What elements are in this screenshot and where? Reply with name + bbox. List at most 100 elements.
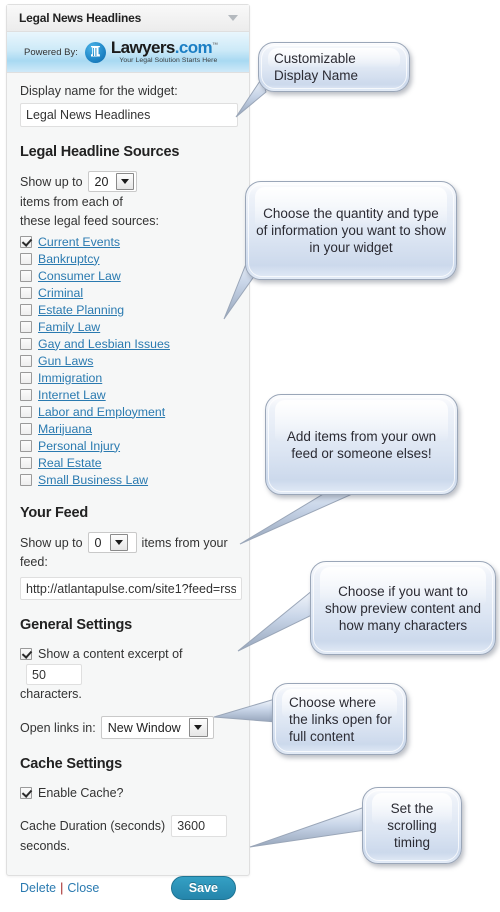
enable-cache-row: Enable Cache? [20,783,236,803]
sources-quantity-suffix: items from each of [20,195,123,209]
cache-duration-suffix: seconds. [20,839,71,853]
source-checkbox[interactable] [20,269,32,282]
source-item[interactable]: Labor and Employment [20,403,236,420]
close-link[interactable]: Close [67,881,99,895]
feed-sub-label: feed: [20,555,48,569]
source-checkbox[interactable] [20,422,32,435]
source-checkbox[interactable] [20,388,32,401]
source-item[interactable]: Small Business Law [20,471,236,488]
open-links-select[interactable]: New Window [100,716,214,739]
source-label[interactable]: Criminal [38,286,83,300]
dropdown-arrow-icon[interactable] [188,718,208,737]
feed-quantity-prefix: Show up to [20,535,83,550]
source-checkbox[interactable] [20,252,32,265]
dropdown-arrow-icon[interactable] [109,534,128,551]
callout-text: Choose if you want to show preview conte… [324,583,482,633]
cache-duration-input[interactable] [171,815,228,837]
source-checkbox[interactable] [20,337,32,350]
source-item[interactable]: Bankruptcy [20,250,236,267]
powered-by-label: Powered By: [24,46,78,58]
source-item[interactable]: Gun Laws [20,352,236,369]
sources-quantity-value: 20 [94,174,109,189]
callout-text: Set the scrolling timing [387,801,437,850]
callout-display-name: Customizable Display Name [258,42,410,92]
callout-text: Add items from your own feed or someone … [286,428,437,461]
callout-text: Choose the quantity and type of informat… [256,206,446,255]
callout-quantity-type: Choose the quantity and type of informat… [245,181,457,280]
source-item[interactable]: Gay and Lesbian Issues [20,335,236,352]
cache-settings-heading: Cache Settings [20,756,122,772]
source-label[interactable]: Gun Laws [38,354,93,368]
sources-quantity-row: Show up to 20 items from each of [20,171,236,212]
footer-separator: | [60,881,64,895]
source-checkbox[interactable] [20,439,32,452]
source-checkbox[interactable] [20,473,32,486]
logo-wordmark: Lawyers.com™ [111,38,218,57]
source-item[interactable]: Marijuana [20,420,236,437]
source-label[interactable]: Personal Injury [38,439,120,453]
source-item[interactable]: Immigration [20,369,236,386]
source-label[interactable]: Current Events [38,235,120,249]
panel-footer: Delete | Close Save [20,876,236,912]
source-label[interactable]: Family Law [38,320,100,334]
source-item[interactable]: Internet Law [20,386,236,403]
chevron-down-icon[interactable] [228,15,238,21]
source-label[interactable]: Immigration [38,371,102,385]
general-settings-heading: General Settings [20,617,133,633]
source-checkbox[interactable] [20,456,32,469]
source-item[interactable]: Criminal [20,284,236,301]
callout-scroll-timing: Set the scrolling timing [362,787,462,864]
source-checkbox[interactable] [20,320,32,333]
source-checkbox[interactable] [20,235,32,248]
source-checkbox[interactable] [20,405,32,418]
source-label[interactable]: Real Estate [38,456,102,470]
save-button[interactable]: Save [170,876,236,900]
display-name-input[interactable] [20,103,238,127]
feed-quantity-row: Show up to 0 items from your [20,532,236,553]
callout-text: Choose where the links open for full con… [289,694,392,744]
source-checkbox[interactable] [20,371,32,384]
sources-quantity-prefix: Show up to [20,174,83,189]
excerpt-checkbox[interactable] [20,648,32,660]
source-item[interactable]: Current Events [20,233,236,250]
widget-settings-panel: Legal News Headlines Powered By: Lawyers… [6,4,250,900]
open-links-value: New Window [107,720,181,735]
source-label[interactable]: Consumer Law [38,269,121,283]
source-item[interactable]: Estate Planning [20,301,236,318]
enable-cache-checkbox[interactable] [20,787,32,799]
sources-quantity-select[interactable]: 20 [87,171,138,192]
widget-titlebar[interactable]: Legal News Headlines [7,5,249,32]
logo-name: Lawyers [110,38,175,58]
source-checkbox[interactable] [20,303,32,316]
source-label[interactable]: Labor and Employment [38,405,165,419]
display-name-label: Display name for the widget: [20,84,178,98]
excerpt-chars-input[interactable] [26,664,82,685]
source-checkbox[interactable] [20,286,32,299]
legal-sources-heading: Legal Headline Sources [20,144,180,160]
excerpt-suffix-label: characters. [20,687,82,701]
source-label[interactable]: Estate Planning [38,303,124,317]
source-item[interactable]: Family Law [20,318,236,335]
dropdown-arrow-icon[interactable] [116,173,135,190]
open-links-row: Open links in: New Window [20,716,236,739]
source-label[interactable]: Small Business Law [38,473,148,487]
feed-quantity-select[interactable]: 0 [87,532,137,553]
source-checkbox[interactable] [20,354,32,367]
source-item[interactable]: Consumer Law [20,267,236,284]
legal-source-list: Current Events Bankruptcy Consumer Law Crim… [20,233,236,488]
delete-link[interactable]: Delete [20,881,56,895]
sources-sub-label: these legal feed sources: [20,214,159,228]
source-label[interactable]: Internet Law [38,388,106,402]
panel-body: Display name for the widget: Legal Headl… [7,73,249,912]
source-item[interactable]: Real Estate [20,454,236,471]
source-label[interactable]: Marijuana [38,422,92,436]
logo-tld: .com [174,38,213,58]
feed-quantity-suffix: items from your [141,535,228,550]
enable-cache-label: Enable Cache? [38,786,124,800]
source-label[interactable]: Gay and Lesbian Issues [38,337,170,351]
source-label[interactable]: Bankruptcy [38,252,100,266]
feed-url-input[interactable] [20,577,242,600]
excerpt-prefix-label: Show a content excerpt of [38,647,183,661]
excerpt-row: Show a content excerpt of [20,644,236,685]
source-item[interactable]: Personal Injury [20,437,236,454]
